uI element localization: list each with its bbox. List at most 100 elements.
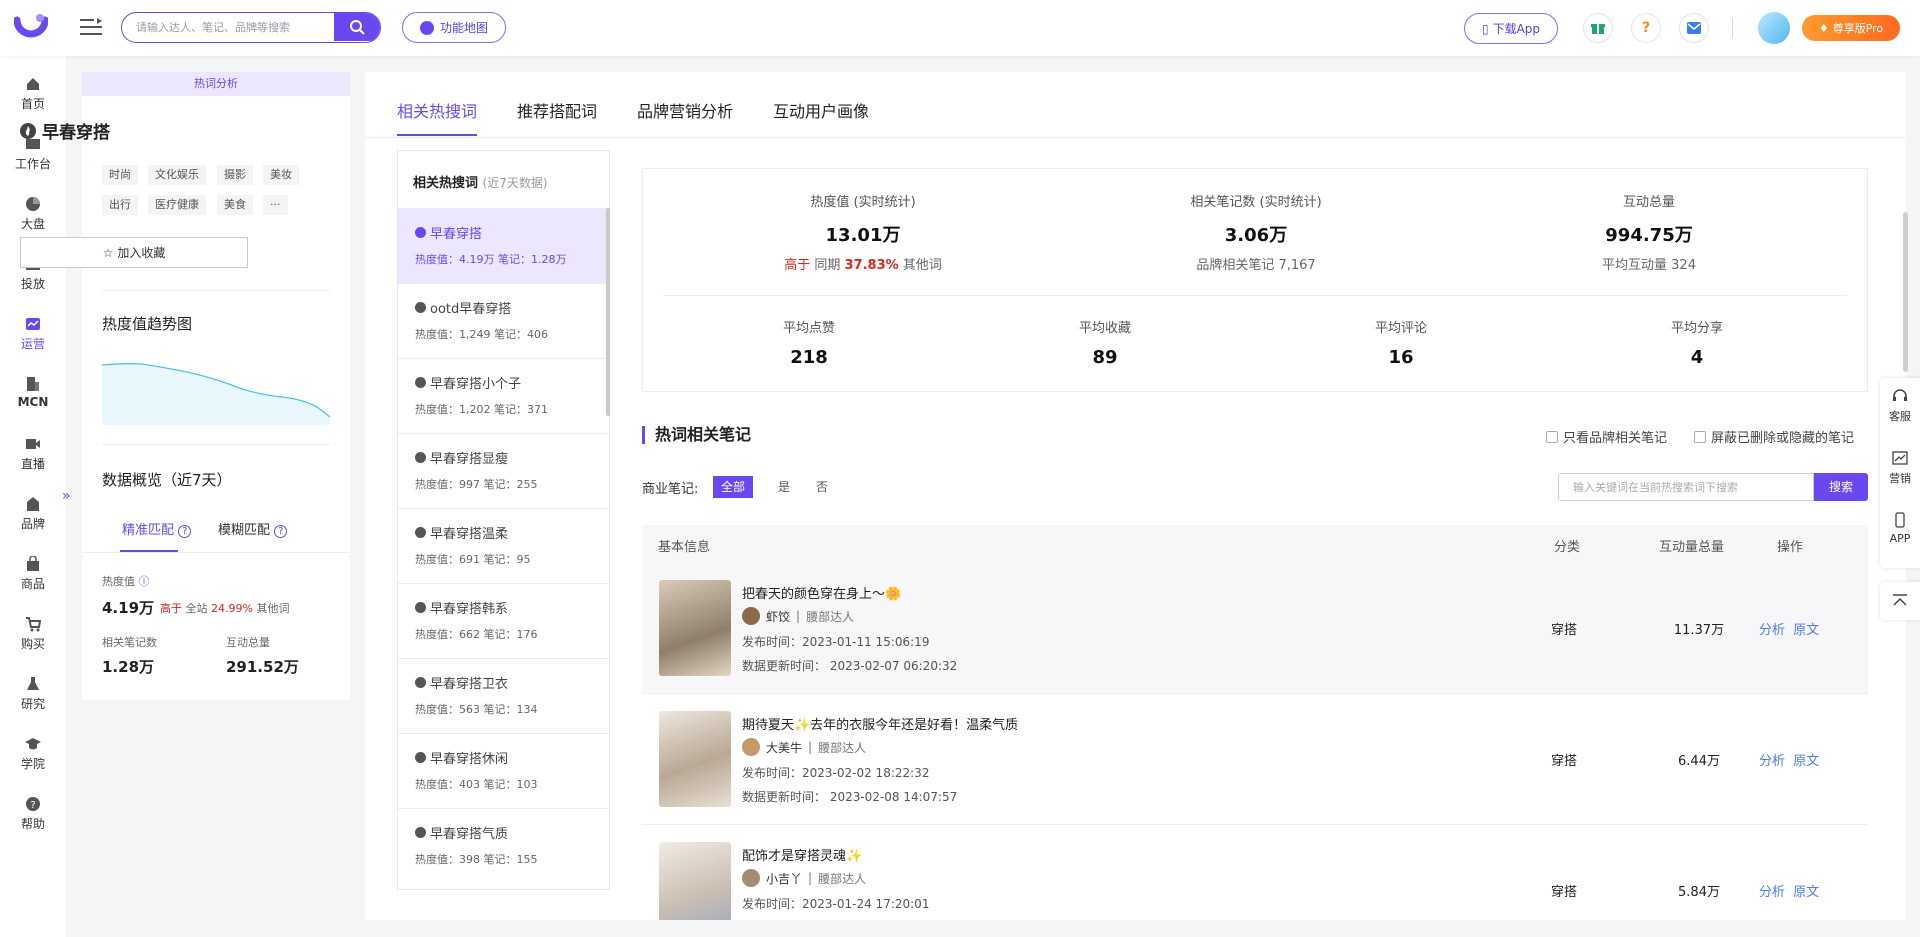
pie-chart-icon (26, 197, 40, 211)
tab-exact-match[interactable]: 精准匹配 ? (122, 519, 192, 538)
table-row: 期待夏天✨去年的衣服今年还是好看！温柔气质 大美牛 | 腰部达人 发布时间：2023… (642, 694, 1868, 825)
hot-word-item[interactable]: 早春穿搭韩系 热度值：662 笔记：176 (398, 583, 609, 658)
marketing-button[interactable]: 营销 (1880, 450, 1920, 486)
sidebar-item-dashboard[interactable]: 大盘 (0, 196, 66, 232)
notes-search-button[interactable]: 搜索 (1814, 473, 1868, 501)
hide-deleted-checkbox[interactable]: 屏蔽已删除或隐藏的笔记 (1694, 427, 1854, 446)
note-thumbnail[interactable] (659, 842, 731, 920)
back-to-top-button[interactable] (1880, 582, 1920, 620)
flame-icon (415, 752, 426, 763)
flame-icon (415, 677, 426, 688)
flame-icon (415, 452, 426, 463)
more-tags-button[interactable]: ··· (263, 195, 288, 215)
home-icon (27, 78, 39, 90)
phone-icon: ▯ (1481, 21, 1489, 36)
page-scrollbar[interactable] (1903, 212, 1908, 372)
author-avatar (742, 607, 760, 625)
analyze-link[interactable]: 分析 (1759, 885, 1785, 900)
tab-user-portrait[interactable]: 互动用户画像 (773, 98, 869, 122)
gift-button[interactable] (1583, 13, 1613, 43)
publish-time: 发布时间：2023-01-24 17:20:01 (742, 897, 930, 911)
sidebar-item-home[interactable]: 首页 (0, 76, 66, 112)
avg-interact: 平均互动量 324 (1602, 258, 1696, 273)
analyze-link[interactable]: 分析 (1759, 754, 1785, 769)
sidebar-item-purchase[interactable]: 购买 (0, 616, 66, 652)
sidebar-item-mcn[interactable]: MCN (0, 376, 66, 409)
filter-yes[interactable]: 是 (770, 476, 798, 498)
filter-all[interactable]: 全部 (713, 476, 754, 498)
app-button[interactable]: APP (1880, 512, 1920, 545)
avg-share-label: 平均分享 (1670, 321, 1723, 336)
global-search-input[interactable] (136, 13, 326, 41)
original-link[interactable]: 原文 (1793, 885, 1819, 900)
category-tag: 出行 (102, 195, 138, 215)
only-brand-checkbox[interactable]: 只看品牌相关笔记 (1546, 427, 1667, 446)
store-icon (27, 497, 39, 511)
sidebar-item-help[interactable]: ? 帮助 (0, 796, 66, 832)
global-search (121, 12, 381, 43)
flame-icon (20, 122, 36, 139)
hot-word-item[interactable]: 早春穿搭卫衣 热度值：563 笔记：134 (398, 658, 609, 733)
pro-badge-button[interactable]: ♦ 尊享版Pro (1802, 15, 1900, 41)
filter-no[interactable]: 否 (808, 476, 836, 498)
star-icon: ☆ (102, 245, 114, 260)
menu-toggle-icon[interactable] (80, 17, 102, 37)
user-avatar[interactable] (1758, 12, 1790, 44)
flame-icon (415, 527, 426, 538)
bag-icon (27, 556, 39, 571)
global-search-button[interactable] (334, 13, 380, 41)
flame-icon (415, 377, 426, 388)
table-row: 配饰才是穿搭灵魂✨ 小吉丫 | 腰部达人 发布时间：2023-01-24 17:20… (642, 825, 1868, 920)
update-time: 数据更新时间： 2023-02-07 06:20:32 (742, 659, 958, 673)
sidebar-item-product[interactable]: 商品 (0, 556, 66, 592)
brand-notes-count: 品牌相关笔记 7,167 (1196, 258, 1316, 273)
feature-map-button[interactable]: 功能地图 (402, 12, 506, 43)
right-float-panel: 客服 营销 APP (1880, 378, 1920, 568)
note-thumbnail[interactable] (659, 580, 731, 676)
add-favorite-button[interactable]: ☆ 加入收藏 (20, 237, 248, 268)
hot-word-item[interactable]: 早春穿搭小个子 热度值：1,202 笔记：371 (398, 358, 609, 433)
tab-brand-marketing[interactable]: 品牌营销分析 (637, 98, 733, 122)
tab-related-hot-words[interactable]: 相关热搜词 (397, 98, 477, 122)
download-app-button[interactable]: ▯ 下载App (1464, 13, 1558, 44)
graduation-icon (25, 738, 41, 750)
note-actions: 分析 原文 (1759, 750, 1819, 769)
logo-icon[interactable] (14, 12, 48, 42)
original-link[interactable]: 原文 (1793, 623, 1819, 638)
hot-word-item[interactable]: 早春穿搭温柔 热度值：691 笔记：95 (398, 508, 609, 583)
hot-word-item[interactable]: 早春穿搭气质 热度值：398 笔记：155 (398, 808, 609, 883)
sidebar-item-live[interactable]: 直播 (0, 436, 66, 472)
checkbox-icon (1694, 430, 1706, 443)
note-title[interactable]: 把春天的颜色穿在身上～🌼 (742, 583, 901, 602)
sidebar-item-research[interactable]: 研究 (0, 676, 66, 712)
trend-icon (26, 318, 40, 330)
help-button[interactable]: ? (1631, 13, 1661, 43)
diamond-icon: ♦ (1818, 21, 1829, 35)
analyze-link[interactable]: 分析 (1759, 623, 1785, 638)
compass-icon (419, 20, 434, 35)
hot-word-item[interactable]: 早春穿搭显瘦 热度值：997 笔记：255 (398, 433, 609, 508)
note-thumbnail[interactable] (659, 711, 731, 807)
flame-icon (415, 302, 426, 313)
commercial-filter-label: 商业笔记: (642, 482, 699, 497)
note-author: 大美牛 | 腰部达人 (742, 738, 866, 756)
original-link[interactable]: 原文 (1793, 754, 1819, 769)
hot-word-item[interactable]: ootd早春穿搭 热度值：1,249 笔记：406 (398, 283, 609, 358)
note-title[interactable]: 期待夏天✨去年的衣服今年还是好看！温柔气质 (742, 714, 1018, 733)
checkbox-icon (1546, 430, 1558, 443)
divider (365, 137, 1906, 138)
list-scrollbar[interactable] (606, 208, 610, 416)
tab-fuzzy-match[interactable]: 模糊匹配 ? (218, 519, 288, 538)
tab-recommended-words[interactable]: 推荐搭配词 (517, 98, 597, 122)
sidebar-item-operation[interactable]: 运营 (0, 316, 66, 352)
hot-word-item[interactable]: 早春穿搭休闲 热度值：403 笔记：103 (398, 733, 609, 808)
note-title[interactable]: 配饰才是穿搭灵魂✨ (742, 845, 862, 864)
notes-search-input[interactable] (1573, 474, 1803, 500)
sidebar-item-brand[interactable]: 品牌 (0, 496, 66, 532)
expand-sidebar-icon[interactable]: » (62, 488, 78, 508)
sidebar-item-academy[interactable]: 学院 (0, 736, 66, 772)
message-button[interactable] (1679, 13, 1709, 43)
hot-word-item[interactable]: 早春穿搭 热度值：4.19万 笔记：1.28万 (398, 208, 609, 283)
customer-service-button[interactable]: 客服 (1880, 388, 1920, 424)
heat-trend-chart (102, 363, 330, 425)
